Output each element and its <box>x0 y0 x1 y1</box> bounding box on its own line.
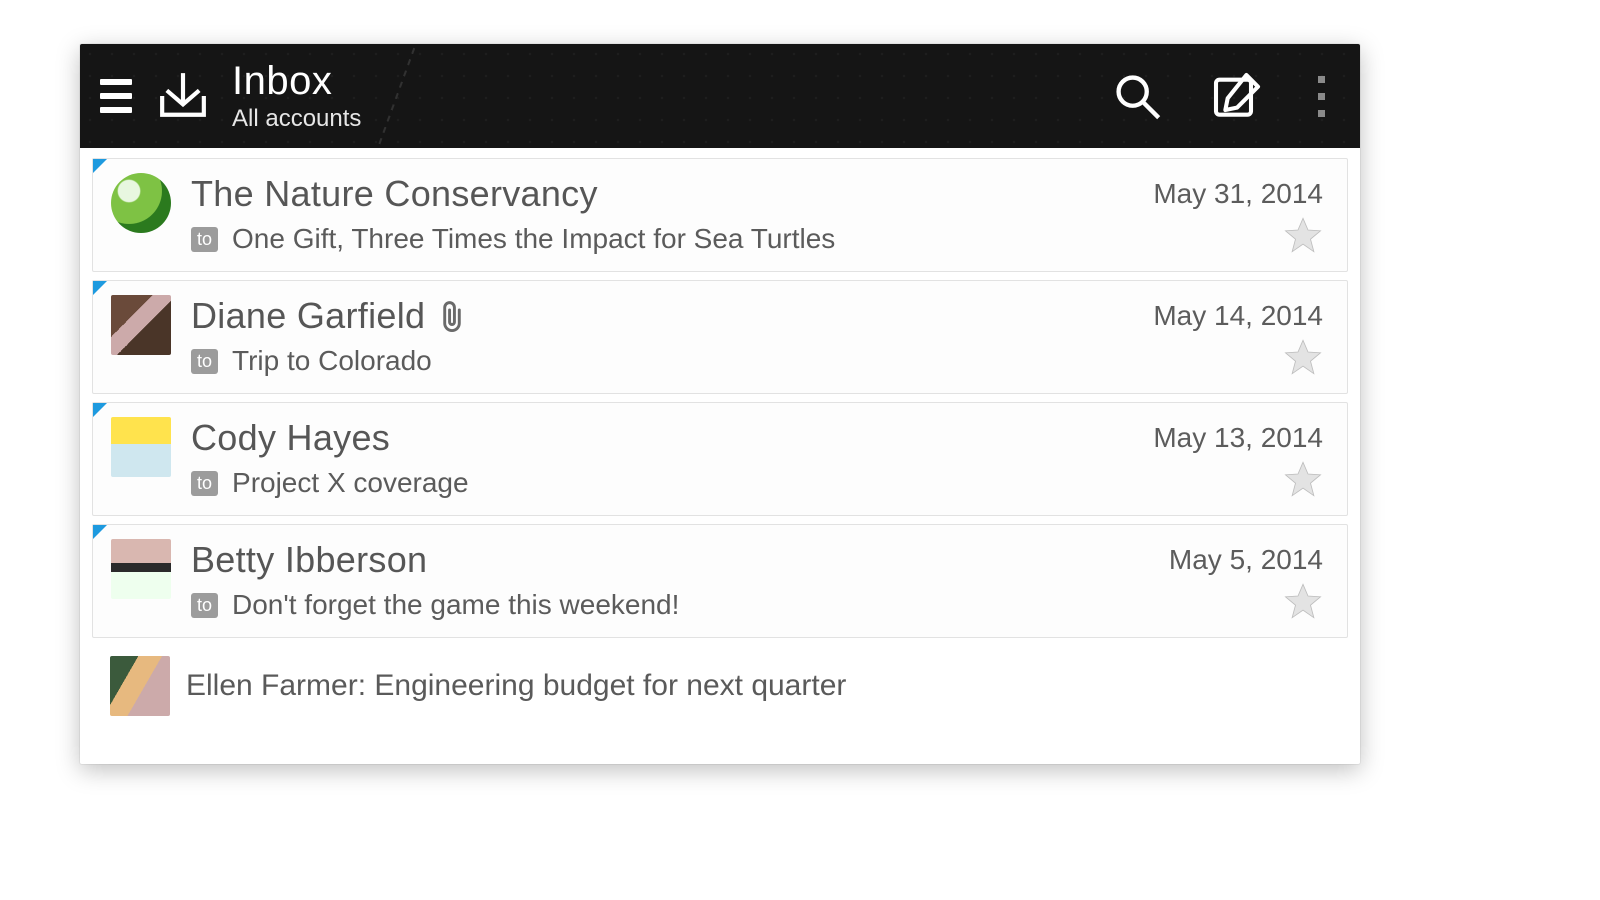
message-row[interactable]: Betty Ibberson May 5, 2014 to Don't forg… <box>92 524 1348 638</box>
unread-indicator-icon <box>93 281 107 295</box>
subject-line: to One Gift, Three Times the Impact for … <box>191 223 1145 255</box>
sender-name: Cody Hayes <box>191 417 1145 459</box>
message-subject: One Gift, Three Times the Impact for Sea… <box>232 223 835 255</box>
overflow-menu-button[interactable] <box>1306 76 1336 117</box>
subject-line: to Project X coverage <box>191 467 1145 499</box>
subject-line: to Don't forget the game this weekend! <box>191 589 1161 621</box>
avatar <box>111 539 171 599</box>
message-preview: Ellen Farmer: Engineering budget for nex… <box>186 669 846 703</box>
star-button[interactable] <box>1283 581 1323 621</box>
account-subtitle: All accounts <box>232 106 361 131</box>
message-date: May 14, 2014 <box>1153 300 1323 332</box>
star-button[interactable] <box>1283 215 1323 255</box>
unread-indicator-icon <box>93 403 107 417</box>
message-date: May 5, 2014 <box>1169 544 1323 576</box>
message-list: The Nature Conservancy May 31, 2014 to O… <box>80 148 1360 638</box>
star-button[interactable] <box>1283 337 1323 377</box>
attachment-icon <box>437 299 467 333</box>
message-row[interactable]: Diane Garfield May 14, 2014 to Trip to C… <box>92 280 1348 394</box>
message-subject: Don't forget the game this weekend! <box>232 589 679 621</box>
sender-name: Betty Ibberson <box>191 539 1161 581</box>
unread-indicator-icon <box>93 525 107 539</box>
message-row[interactable]: Cody Hayes May 13, 2014 to Project X cov… <box>92 402 1348 516</box>
to-badge: to <box>191 471 218 496</box>
header-titles: Inbox All accounts <box>232 60 361 131</box>
app-header: Inbox All accounts <box>80 44 1360 148</box>
folder-title: Inbox <box>232 60 361 102</box>
unread-indicator-icon <box>93 159 107 173</box>
compose-button[interactable] <box>1202 61 1272 131</box>
menu-button[interactable] <box>100 79 136 113</box>
message-date: May 31, 2014 <box>1153 178 1323 210</box>
to-badge: to <box>191 349 218 374</box>
message-subject: Trip to Colorado <box>232 345 432 377</box>
message-row-partial[interactable]: Ellen Farmer: Engineering budget for nex… <box>80 646 1360 716</box>
avatar <box>111 173 171 233</box>
sender-name: Diane Garfield <box>191 295 1145 337</box>
avatar <box>111 295 171 355</box>
star-button[interactable] <box>1283 459 1323 499</box>
avatar <box>111 417 171 477</box>
search-button[interactable] <box>1102 61 1172 131</box>
email-app-window: Inbox All accounts The Nature Conservanc… <box>80 44 1360 764</box>
subject-line: to Trip to Colorado <box>191 345 1145 377</box>
sender-name: The Nature Conservancy <box>191 173 1145 215</box>
message-subject: Project X coverage <box>232 467 469 499</box>
message-date: May 13, 2014 <box>1153 422 1323 454</box>
to-badge: to <box>191 227 218 252</box>
message-row[interactable]: The Nature Conservancy May 31, 2014 to O… <box>92 158 1348 272</box>
inbox-icon[interactable] <box>156 69 210 123</box>
to-badge: to <box>191 593 218 618</box>
avatar <box>110 656 170 716</box>
